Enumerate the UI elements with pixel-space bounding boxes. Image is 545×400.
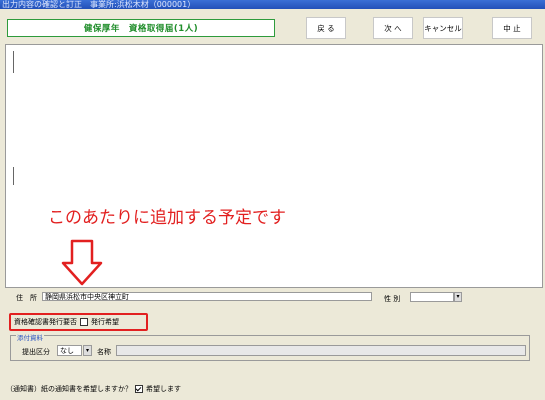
chevron-down-icon[interactable]: ▾ — [83, 345, 92, 356]
notice-checkbox-label: 希望します — [146, 385, 181, 393]
divider-line — [13, 51, 14, 73]
certificate-row: 資格確認書発行要否 発行希望 — [14, 317, 119, 327]
back-button[interactable]: 戻 る — [306, 17, 346, 39]
chevron-down-icon[interactable]: ▾ — [454, 292, 462, 302]
down-arrow-icon — [61, 239, 103, 286]
address-row: 住 所 静岡県浜松市中央区神立町 — [12, 292, 432, 303]
abort-button[interactable]: 中 止 — [492, 17, 532, 39]
certificate-checkbox-label: 発行希望 — [91, 318, 119, 326]
certificate-checkbox[interactable] — [80, 318, 88, 326]
notice-checkbox[interactable] — [135, 385, 143, 393]
address-label: 住 所 — [16, 294, 37, 302]
gender-label: 性 別 — [384, 295, 401, 303]
notice-row: （通知書）紙の通知書を希望しますか？ 希望します — [6, 384, 181, 394]
form-title: 健保厚年 資格取得届(1人) — [83, 24, 199, 34]
next-button[interactable]: 次 へ — [373, 17, 413, 39]
form-title-panel: 健保厚年 資格取得届(1人) — [7, 19, 275, 37]
name-field[interactable] — [116, 345, 526, 356]
certificate-label: 資格確認書発行要否 — [14, 318, 77, 326]
window-titlebar: 出力内容の確認と訂正 事業所:浜松木材（000001） — [0, 0, 545, 9]
annotation-text: このあたりに追加する予定です — [48, 208, 286, 228]
window-title: 出力内容の確認と訂正 事業所:浜松木材（000001） — [2, 0, 196, 9]
submit-type-select[interactable]: なし — [57, 345, 82, 356]
attachment-legend: 添付資料 — [16, 332, 44, 342]
gender-select[interactable] — [410, 292, 454, 302]
cancel-button[interactable]: キャンセル — [423, 17, 463, 39]
divider-line — [13, 167, 14, 185]
submit-type-label: 提出区分 — [22, 348, 50, 356]
name-label: 名称 — [97, 348, 111, 356]
address-field[interactable]: 静岡県浜松市中央区神立町 — [42, 292, 372, 301]
notice-label: （通知書）紙の通知書を希望しますか？ — [6, 385, 132, 393]
